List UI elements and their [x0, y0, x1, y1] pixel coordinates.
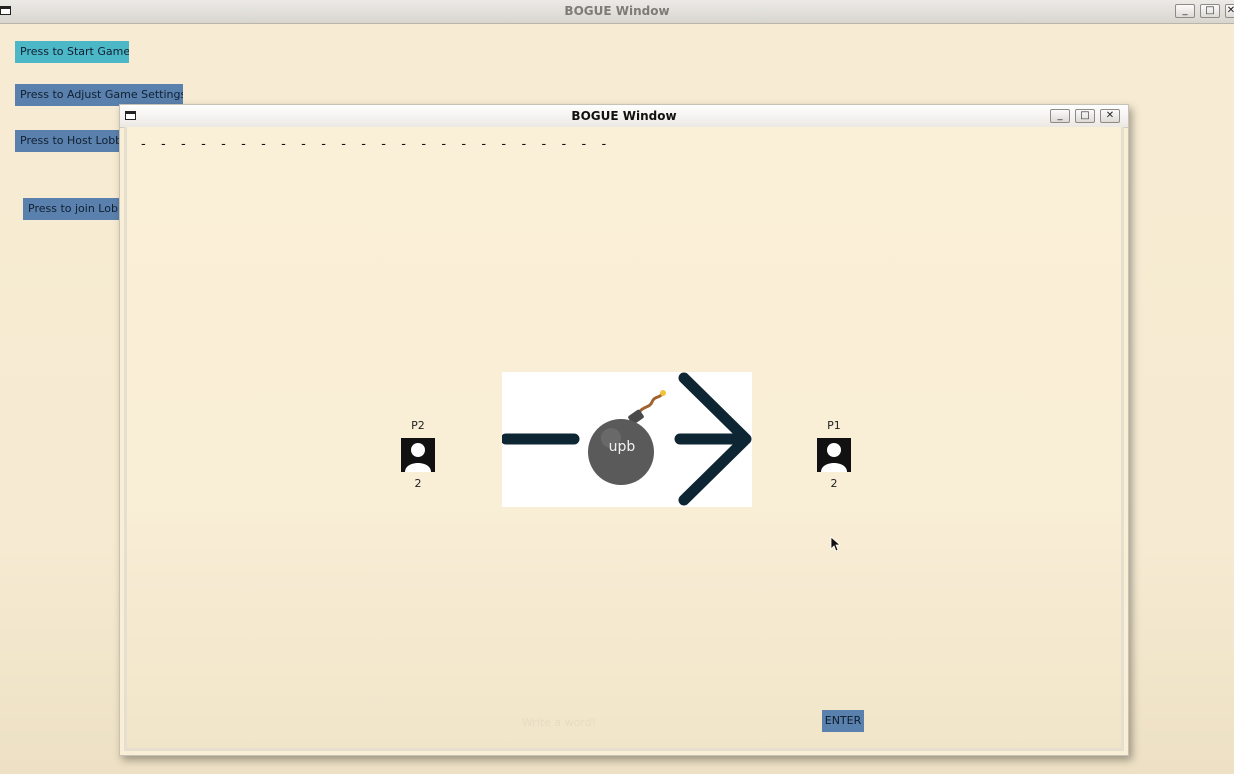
start-game-button[interactable]: Press to Start Game — [15, 41, 129, 63]
adjust-settings-button[interactable]: Press to Adjust Game Settings — [15, 84, 183, 106]
bomb-fuse — [636, 393, 664, 415]
user-avatar-icon — [817, 438, 851, 472]
player-label-p1: P1 — [827, 419, 841, 432]
fuse-spark — [660, 390, 666, 396]
dialog-title: BOGUE Window — [571, 109, 677, 123]
game-dialog: BOGUE Window _ □ ✕ - - - - - - - - - - -… — [119, 104, 1129, 756]
dialog-maximize-button[interactable]: □ — [1075, 109, 1095, 123]
main-maximize-button[interactable]: □ — [1200, 4, 1220, 18]
word-input[interactable] — [477, 713, 641, 731]
dialog-titlebar[interactable]: BOGUE Window _ □ ✕ — [120, 105, 1128, 128]
enter-button[interactable]: ENTER — [822, 710, 864, 732]
mouse-cursor-icon — [830, 536, 842, 552]
player-label-p2: P2 — [411, 419, 425, 432]
game-area: - - - - - - - - - - - - - - - - - - - - … — [124, 127, 1124, 751]
main-close-button[interactable]: ✕ — [1225, 4, 1234, 18]
user-avatar-icon — [401, 438, 435, 472]
word-mask: - - - - - - - - - - - - - - - - - - - - … — [141, 137, 612, 152]
player-score-p1: 2 — [830, 477, 838, 490]
main-window-title: BOGUE Window — [564, 4, 670, 18]
main-minimize-button[interactable]: _ — [1175, 4, 1195, 18]
bomb-turn-indicator: upb — [500, 372, 752, 507]
dialog-minimize-button[interactable]: _ — [1050, 109, 1070, 123]
player-score-p2: 2 — [414, 477, 422, 490]
host-lobby-button[interactable]: Press to Host Lobb — [15, 130, 125, 152]
join-lobby-button[interactable]: Press to join Lobb — [23, 198, 125, 220]
dialog-close-button[interactable]: ✕ — [1100, 109, 1120, 123]
bomb-text: upb — [608, 439, 636, 455]
main-window-titlebar[interactable]: BOGUE Window _ □ ✕ — [0, 0, 1234, 24]
